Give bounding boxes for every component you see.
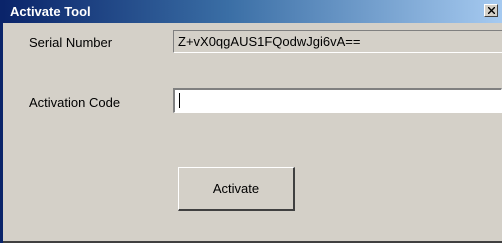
close-icon: [488, 7, 495, 14]
serial-number-field[interactable]: Z+vX0qgAUS1FQodwJgi6vA==: [173, 30, 502, 53]
text-caret: [179, 93, 180, 108]
close-button[interactable]: [484, 4, 498, 17]
activation-code-input[interactable]: [173, 88, 502, 113]
activation-code-label: Activation Code: [29, 95, 121, 110]
activate-tool-window: Activate Tool Serial Number Z+vX0qgAUS1F…: [0, 0, 502, 243]
serial-number-label: Serial Number: [29, 35, 113, 50]
window-title: Activate Tool: [10, 4, 91, 19]
window-bottom-border: [3, 239, 502, 243]
title-bar[interactable]: Activate Tool: [3, 0, 502, 23]
activate-button[interactable]: Activate: [178, 167, 295, 211]
